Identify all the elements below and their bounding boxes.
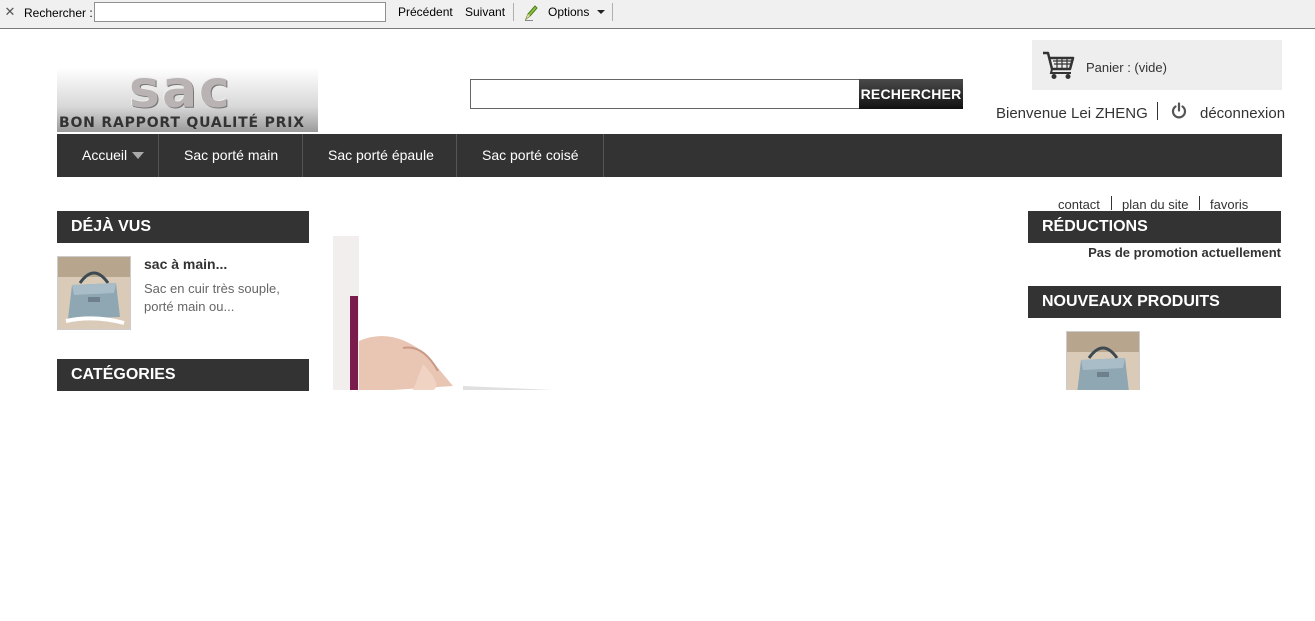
options-button[interactable]: Options xyxy=(548,5,589,19)
find-label: Rechercher : xyxy=(24,6,93,20)
categories-block-title: CATÉGORIES xyxy=(57,359,309,391)
welcome-text: Bienvenue Lei ZHENG xyxy=(996,105,1148,122)
power-icon[interactable] xyxy=(1170,102,1188,120)
search-input[interactable] xyxy=(470,79,860,109)
pencil-icon xyxy=(524,5,538,21)
contact-link[interactable]: contact xyxy=(1058,197,1100,212)
bag-image xyxy=(1067,332,1139,390)
cart-label: Panier : (vide) xyxy=(1086,60,1167,75)
nav-item-sac-porte-coise[interactable]: Sac porté coisé xyxy=(457,134,604,177)
toolbar-separator xyxy=(513,3,514,21)
logo-word: sac xyxy=(129,68,232,120)
find-toolbar: ✕ Rechercher : Précédent Suivant Options xyxy=(0,0,1315,29)
nav-item-label: Sac porté coisé xyxy=(482,147,579,163)
main-nav: Accueil Sac porté main Sac porté épaule … xyxy=(57,134,1282,177)
new-product-thumbnail[interactable] xyxy=(1066,331,1140,390)
find-next-button[interactable]: Suivant xyxy=(465,5,505,19)
chevron-down-icon xyxy=(132,152,144,159)
link-separator xyxy=(1111,196,1112,210)
viewed-product-name[interactable]: sac à main... xyxy=(144,256,227,272)
nav-item-label: Accueil xyxy=(82,147,128,163)
cart-block[interactable]: Panier : (vide) xyxy=(1032,40,1282,90)
viewed-block-title: DÉJÀ VUS xyxy=(57,211,309,243)
find-input[interactable] xyxy=(94,2,386,22)
welcome-separator xyxy=(1157,102,1158,120)
logout-link[interactable]: déconnexion xyxy=(1200,105,1285,122)
slideshow-image[interactable] xyxy=(333,236,563,390)
link-separator xyxy=(1199,196,1200,210)
sitemap-link[interactable]: plan du site xyxy=(1122,197,1189,212)
nav-item-label: Sac porté main xyxy=(184,147,279,163)
find-previous-button[interactable]: Précédent xyxy=(398,5,453,19)
nav-item-accueil[interactable]: Accueil xyxy=(57,134,159,177)
toolbar-separator xyxy=(612,3,613,21)
new-products-block-title: NOUVEAUX PRODUITS xyxy=(1028,286,1281,318)
viewed-product-description: Sac en cuir très souple, xyxy=(144,281,280,296)
nav-item-label: Sac porté épaule xyxy=(328,147,434,163)
search-button[interactable]: RECHERCHER xyxy=(859,79,963,109)
nav-item-sac-porte-epaule[interactable]: Sac porté épaule xyxy=(303,134,457,177)
logo-slogan: BON RAPPORT QUALITÉ PRIX xyxy=(59,115,305,131)
close-icon[interactable]: ✕ xyxy=(4,5,16,18)
viewed-product-description: porté main ou... xyxy=(144,299,235,314)
bag-image xyxy=(58,257,130,329)
reductions-block-title: RÉDUCTIONS xyxy=(1028,211,1281,243)
site-logo[interactable]: sac BON RAPPORT QUALITÉ PRIX xyxy=(57,68,318,132)
nav-item-sac-porte-main[interactable]: Sac porté main xyxy=(159,134,303,177)
cart-icon xyxy=(1043,51,1075,79)
hand-image xyxy=(333,236,563,390)
chevron-down-icon xyxy=(597,10,605,14)
viewed-product-thumbnail[interactable] xyxy=(57,256,131,330)
favorites-link[interactable]: favoris xyxy=(1210,197,1248,212)
promotion-text: Pas de promotion actuellement xyxy=(1088,245,1281,260)
